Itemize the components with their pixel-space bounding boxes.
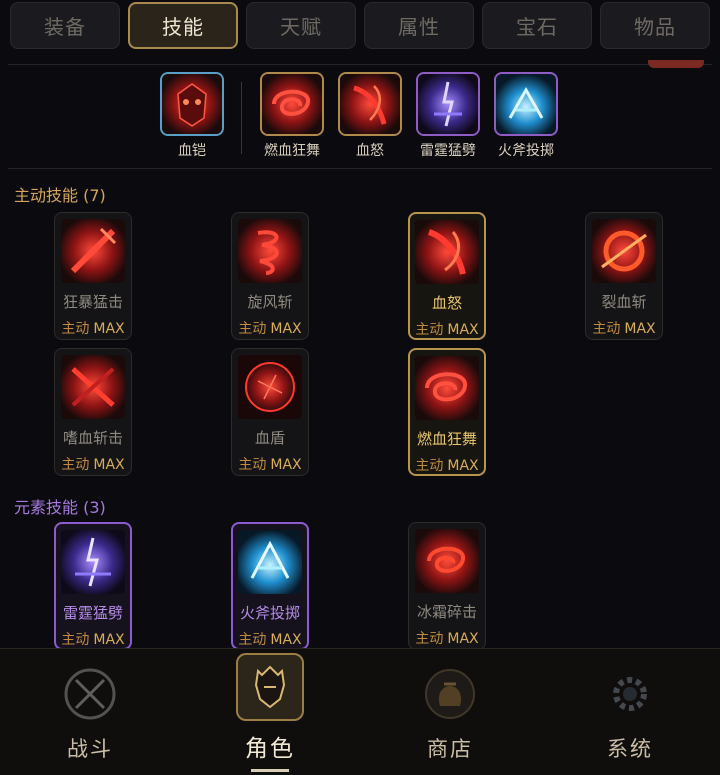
skill-card-berserk-strike[interactable]: 狂暴猛击 主动 MAX [54,212,132,340]
berserk-strike-icon [61,219,125,283]
skill-name: 狂暴猛击 [62,293,123,311]
fire-axe-throw-icon [494,72,558,136]
section-title-element-skills: 元素技能 (3) [14,498,106,517]
skill-name: 血盾 [254,429,285,447]
blood-rage-icon [338,72,402,136]
nav-battle[interactable]: 战斗 [30,649,150,775]
split-blood-slash-icon [592,219,656,283]
equipped-skill-fire-axe-throw[interactable]: 火斧投掷 [492,72,560,160]
separator [241,82,242,154]
nav-shop[interactable]: 商店 [390,649,510,775]
crossed-swords-icon [61,665,119,723]
skill-card-thunder-cleave[interactable]: 雷霆猛劈 主动 MAX [54,522,132,650]
thunder-cleave-icon [61,530,125,594]
equipped-skill-thunder-cleave[interactable]: 雷霆猛劈 [414,72,482,160]
divider [8,168,712,169]
tab-equipment[interactable]: 装备 [10,2,120,49]
frost-shatter-icon [415,529,479,593]
equipped-skill-label: 火斧投掷 [498,143,554,159]
skill-card-split-blood-slash[interactable]: 裂血斩 主动 MAX [585,212,663,340]
nav-label: 系统 [607,737,653,761]
equipped-skill-label: 雷霆猛劈 [420,143,476,159]
equipped-skill-label: 血铠 [178,143,206,159]
burning-blood-dance-icon [260,72,324,136]
skill-level: 主动 MAX [238,632,302,648]
equipped-skill-label: 燃血狂舞 [264,143,320,159]
tab-attributes[interactable]: 属性 [364,2,474,49]
skill-level: 主动 MAX [61,632,125,648]
tab-items[interactable]: 物品 [600,2,710,49]
skill-card-blood-rage[interactable]: 血怒 主动 MAX [408,212,486,340]
blood-armor-icon [160,72,224,136]
scroll-indicator [648,60,704,68]
tab-skills[interactable]: 技能 [128,2,238,49]
skill-level: 主动 MAX [415,322,479,338]
warrior-helmet-icon [236,653,304,721]
skill-name: 火斧投掷 [239,604,300,622]
tab-gems[interactable]: 宝石 [482,2,592,49]
section-title-active-skills: 主动技能 (7) [14,186,106,205]
skill-card-frost-shatter[interactable]: 冰霜碎击 主动 MAX [408,522,486,650]
bottom-nav: 战斗 角色 商店 系统 [0,648,720,775]
gold-sack-icon [421,665,479,723]
equipped-skill-burning-blood-dance[interactable]: 燃血狂舞 [258,72,326,160]
skill-name: 旋风斩 [247,293,293,311]
nav-system[interactable]: 系统 [570,649,690,775]
gear-icon [601,665,659,723]
skill-name: 冰霜碎击 [416,603,477,621]
equipped-skill-blood-armor[interactable]: 血铠 [158,72,226,160]
skill-name: 嗜血斩击 [62,429,123,447]
nav-label: 战斗 [67,737,113,761]
skill-name: 燃血狂舞 [416,430,477,448]
burning-blood-dance-icon [415,356,479,420]
skill-card-burning-blood-dance[interactable]: 燃血狂舞 主动 MAX [408,348,486,476]
divider [8,64,712,65]
skill-name: 血怒 [431,294,462,312]
tab-talents[interactable]: 天赋 [246,2,356,49]
blood-shield-icon [238,355,302,419]
skill-level: 主动 MAX [61,321,125,337]
equipped-skill-label: 血怒 [356,143,384,159]
blood-rage-icon [415,220,479,284]
skill-level: 主动 MAX [238,321,302,337]
active-indicator [251,769,289,772]
skill-card-bloodthirst-slash[interactable]: 嗜血斩击 主动 MAX [54,348,132,476]
top-tab-bar: 装备 技能 天赋 属性 宝石 物品 [0,0,720,62]
thunder-cleave-icon [416,72,480,136]
nav-label: 商店 [427,737,473,761]
bloodthirst-slash-icon [61,355,125,419]
skill-level: 主动 MAX [415,458,479,474]
equipped-skills-row: 血铠 燃血狂舞 血怒 雷霆猛劈 火斧投掷 [0,70,720,170]
nav-label: 角色 [245,736,295,762]
equipped-skill-blood-rage[interactable]: 血怒 [336,72,404,160]
skill-card-fire-axe-throw[interactable]: 火斧投掷 主动 MAX [231,522,309,650]
skill-level: 主动 MAX [61,457,125,473]
fire-axe-throw-icon [238,530,302,594]
skill-level: 主动 MAX [592,321,656,337]
skill-card-whirlwind-slash[interactable]: 旋风斩 主动 MAX [231,212,309,340]
skill-level: 主动 MAX [238,457,302,473]
skill-card-blood-shield[interactable]: 血盾 主动 MAX [231,348,309,476]
whirlwind-slash-icon [238,219,302,283]
skill-level: 主动 MAX [415,631,479,647]
nav-character[interactable]: 角色 [210,649,330,775]
skill-name: 雷霆猛劈 [62,604,123,622]
skill-name: 裂血斩 [601,293,647,311]
